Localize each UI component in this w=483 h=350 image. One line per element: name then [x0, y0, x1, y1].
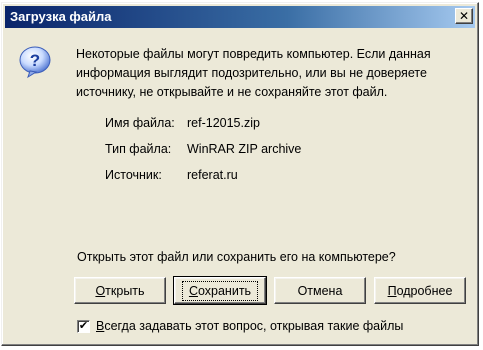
always-ask-option[interactable]: ✔ Всегда задавать этот вопрос, открывая …	[77, 319, 403, 333]
file-download-dialog: Загрузка файла ✕ ? Некоторые файлы могут…	[1, 2, 479, 346]
more-button-mnemonic: П	[387, 283, 397, 298]
more-info-button[interactable]: Подробнее	[374, 277, 466, 304]
file-type-label: Тип файла:	[105, 142, 172, 156]
close-button[interactable]: ✕	[455, 8, 473, 24]
always-ask-checkbox[interactable]: ✔	[77, 319, 90, 333]
file-source-row: Источник: referat.ru	[105, 168, 238, 182]
always-ask-label[interactable]: Всегда задавать этот вопрос, открывая та…	[96, 319, 403, 333]
open-button-label: ткрыть	[105, 283, 145, 298]
open-button-mnemonic: О	[95, 283, 106, 298]
checkmark-icon: ✔	[78, 319, 89, 332]
file-source-label: Источник:	[105, 168, 162, 182]
file-type-row: Тип файла: WinRAR ZIP archive	[105, 142, 301, 156]
svg-text:?: ?	[30, 51, 40, 70]
file-name-row: Имя файла: ref-12015.zip	[105, 116, 260, 130]
open-button[interactable]: Открыть	[74, 277, 166, 304]
more-button-label: одробнее	[396, 283, 453, 298]
file-type-value: WinRAR ZIP archive	[187, 142, 302, 156]
always-ask-text: сегда задавать этот вопрос, открывая так…	[104, 319, 404, 333]
title-bar[interactable]: Загрузка файла ✕	[5, 6, 475, 28]
question-icon: ?	[19, 46, 51, 79]
cancel-button[interactable]: Отмена	[274, 277, 366, 304]
warning-message: Некоторые файлы могут повредить компьюте…	[76, 47, 431, 99]
save-button[interactable]: Сохранить	[173, 276, 267, 305]
save-button-label: охранить	[197, 283, 252, 298]
file-source-value: referat.ru	[187, 168, 238, 182]
file-name-value: ref-12015.zip	[187, 116, 260, 130]
file-name-label: Имя файла:	[105, 116, 175, 130]
open-or-save-question: Открыть этот файл или сохранить его на к…	[77, 250, 396, 264]
save-button-mnemonic: С	[188, 283, 198, 298]
cancel-button-label: Отмена	[297, 283, 343, 298]
dialog-title: Загрузка файла	[10, 9, 112, 24]
close-icon: ✕	[458, 9, 470, 23]
